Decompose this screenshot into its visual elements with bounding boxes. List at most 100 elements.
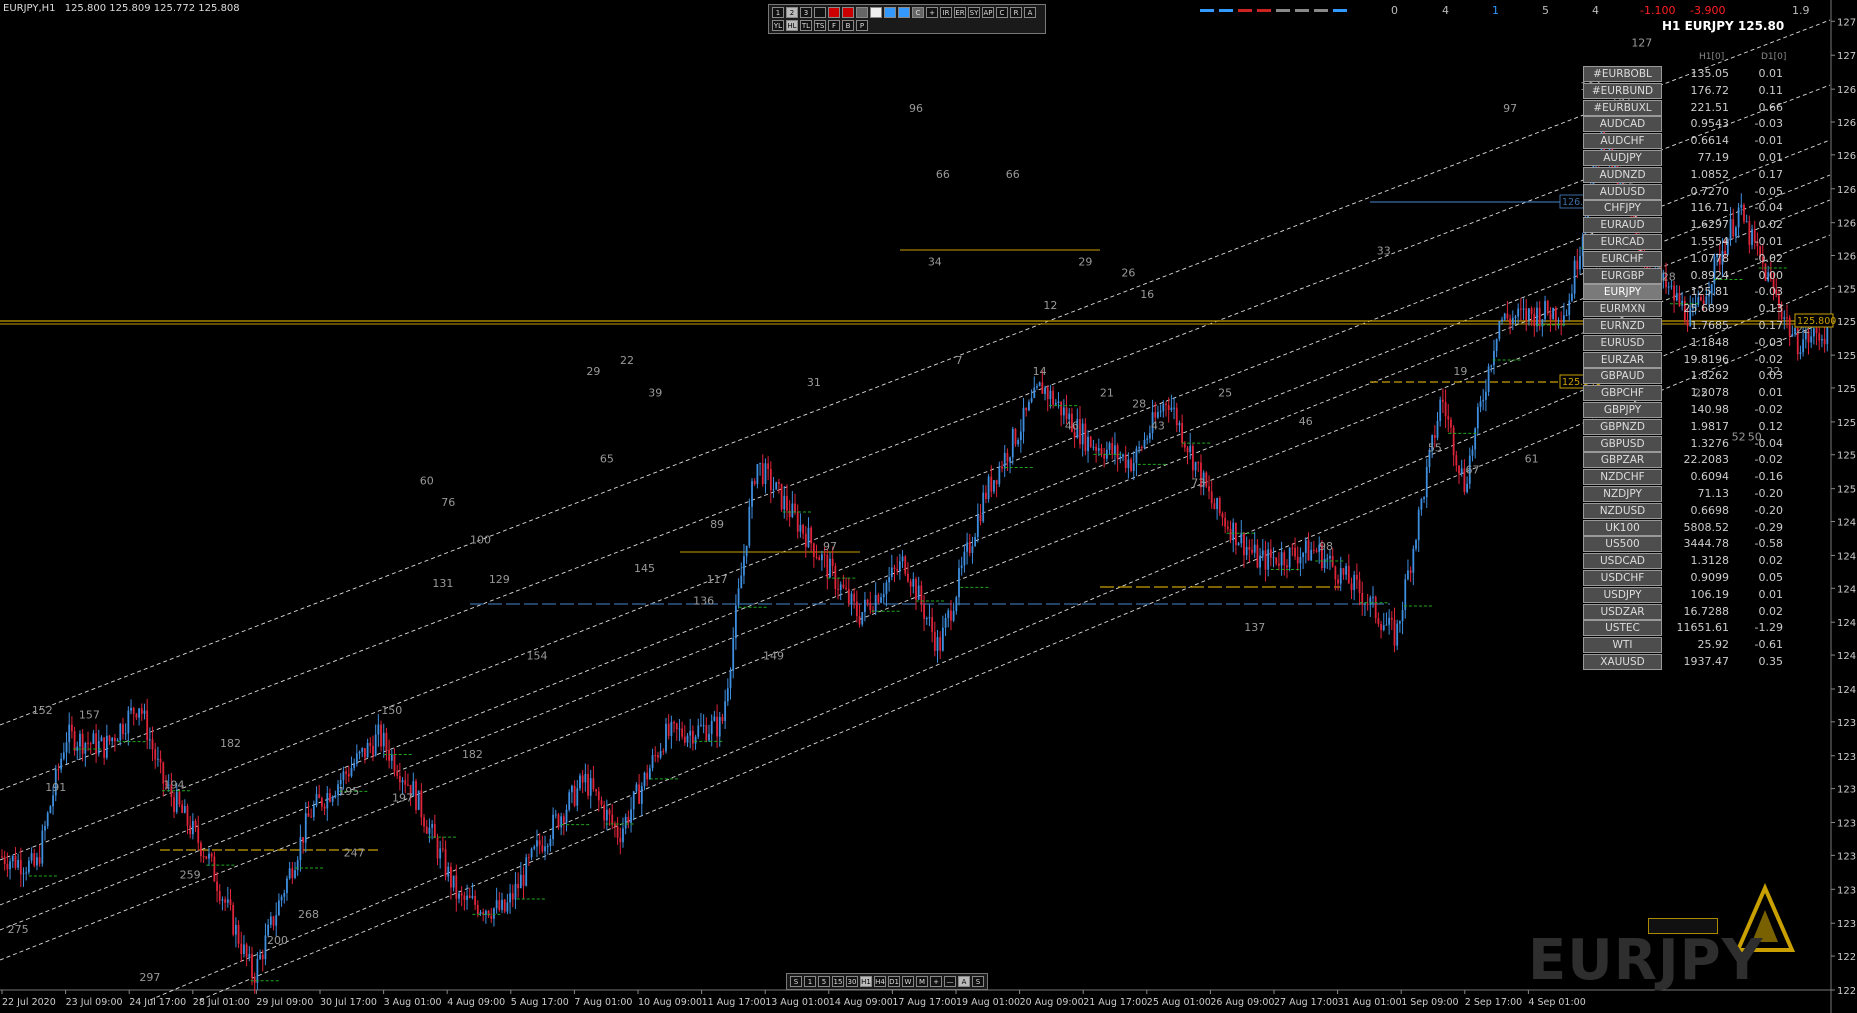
symbol-button-us500[interactable]: US500 — [1583, 536, 1662, 553]
toolbar-button[interactable] — [842, 7, 854, 18]
candle-body — [269, 916, 272, 925]
toolbar-button[interactable]: SY — [968, 7, 980, 18]
timeframe-button[interactable]: H4 — [874, 976, 886, 987]
toolbar-button[interactable]: R — [1010, 7, 1022, 18]
toolbar-button[interactable]: 2 — [786, 7, 798, 18]
toolbar-button[interactable]: P — [856, 20, 868, 31]
symbol-button-audchf[interactable]: AUDCHF — [1583, 133, 1662, 150]
candle-body — [775, 482, 778, 490]
symbol-button-eurmxn[interactable]: EURMXN — [1583, 301, 1662, 318]
candle-body — [407, 784, 409, 786]
toolbar-button[interactable]: C — [912, 7, 924, 18]
candle-body — [958, 568, 960, 598]
symbol-button-audjpy[interactable]: AUDJPY — [1583, 150, 1662, 166]
swing-count-label: 46 — [1065, 420, 1079, 433]
toolbar-button[interactable]: IR — [940, 7, 952, 18]
timeframe-button[interactable]: S — [972, 976, 984, 987]
symbol-button-nzdjpy[interactable]: NZDJPY — [1583, 486, 1662, 502]
symbol-button-usdcad[interactable]: USDCAD — [1583, 553, 1662, 570]
symbol-button-eurbund[interactable]: #EURBUND — [1583, 82, 1662, 99]
toolbar-button[interactable]: B — [842, 20, 854, 31]
timeframe-button[interactable]: 1 — [804, 976, 816, 987]
symbol-button-usdzar[interactable]: USDZAR — [1583, 603, 1662, 620]
toolbar-button[interactable]: YL — [772, 20, 784, 31]
timeframe-button[interactable]: 5 — [818, 976, 830, 987]
toolbar-button[interactable]: F — [828, 20, 840, 31]
toolbar-button[interactable]: TL — [800, 20, 812, 31]
timeframe-button[interactable]: W — [902, 976, 914, 987]
candle-body — [968, 542, 971, 553]
symbol-button-eurbuxl[interactable]: #EURBUXL — [1583, 99, 1662, 116]
toolbar-button[interactable] — [898, 7, 910, 18]
symbol-button-usdjpy[interactable]: USDJPY — [1583, 586, 1662, 603]
symbol-button-gbpusd[interactable]: GBPUSD — [1583, 435, 1662, 452]
symbol-button-gbpaud[interactable]: GBPAUD — [1583, 368, 1662, 385]
symbol-button-eurusd[interactable]: EURUSD — [1583, 334, 1662, 351]
symbol-button-gbpjpy[interactable]: GBPJPY — [1583, 402, 1662, 418]
toolbar-button[interactable]: ER — [954, 7, 966, 18]
timeframe-button[interactable]: 15 — [832, 976, 844, 987]
symbol-button-eurcad[interactable]: EURCAD — [1583, 234, 1662, 250]
symbol-button-audcad[interactable]: AUDCAD — [1583, 116, 1662, 133]
candle-body — [1001, 466, 1003, 469]
candle-body — [855, 601, 858, 617]
candle-body — [850, 593, 853, 604]
timeframe-button[interactable]: 30 — [846, 976, 858, 987]
signal-dash — [1238, 9, 1252, 12]
toolbar-button[interactable]: C — [996, 7, 1008, 18]
price-chart[interactable]: 127.165 127.010 126.855 126.705 126.555 126.4… — [0, 0, 1857, 1013]
symbol-button-eurjpy[interactable]: EURJPY — [1583, 284, 1662, 301]
toolbar-button[interactable] — [828, 7, 840, 18]
symbol-button-nzdchf[interactable]: NZDCHF — [1583, 469, 1662, 486]
timeframe-button[interactable]: — — [944, 976, 956, 987]
toolbar-button[interactable] — [884, 7, 896, 18]
toolbar-button[interactable]: 3 — [800, 7, 812, 18]
symbol-price: 11651.61 — [1676, 621, 1730, 635]
symbol-price: 5808.52 — [1683, 520, 1730, 534]
symbol-button-nzdusd[interactable]: NZDUSD — [1583, 502, 1662, 519]
trend-channel-line — [0, 19, 1831, 726]
candle-body — [1366, 603, 1369, 605]
toolbar-button[interactable] — [870, 7, 882, 18]
symbol-button-eurzar[interactable]: EURZAR — [1583, 351, 1662, 368]
symbol-button-xauusd[interactable]: XAUUSD — [1583, 654, 1662, 670]
toolbar-button[interactable]: + — [926, 7, 938, 18]
timeframe-button[interactable]: D1 — [888, 976, 900, 987]
symbol-button-gbpnzd[interactable]: GBPNZD — [1583, 418, 1662, 435]
symbol-button-euraud[interactable]: EURAUD — [1583, 217, 1662, 234]
logo-button[interactable] — [1648, 918, 1718, 934]
symbol-change: 0.03 — [1758, 369, 1784, 383]
toolbar-button[interactable]: TS — [814, 20, 826, 31]
symbol-button-gbpzar[interactable]: GBPZAR — [1583, 452, 1662, 469]
candle-body — [1216, 498, 1218, 510]
toolbar-button[interactable]: A — [1024, 7, 1036, 18]
symbol-button-gbpchf[interactable]: GBPCHF — [1583, 385, 1662, 402]
timeframe-button[interactable]: A — [958, 976, 970, 987]
symbol-button-wti[interactable]: WTI — [1583, 637, 1662, 654]
toolbar-button[interactable]: 1 — [772, 7, 784, 18]
timeframe-button[interactable]: M — [916, 976, 928, 987]
symbol-button-audnzd[interactable]: AUDNZD — [1583, 166, 1662, 183]
timeframe-button[interactable]: + — [930, 976, 942, 987]
symbol-button-eurchf[interactable]: EURCHF — [1583, 250, 1662, 267]
toolbar-button[interactable] — [814, 7, 826, 18]
symbol-button-ustec[interactable]: USTEC — [1583, 620, 1662, 637]
candle-body — [624, 816, 627, 829]
symbol-button-chfjpy[interactable]: CHFJPY — [1583, 200, 1662, 217]
symbol-button-eurgbp[interactable]: EURGBP — [1583, 267, 1662, 284]
candle-body — [1130, 459, 1132, 471]
symbol-button-audusd[interactable]: AUDUSD — [1583, 183, 1662, 200]
candle-body — [1823, 338, 1826, 345]
timeframe-button[interactable]: S — [790, 976, 802, 987]
symbol-button-uk100[interactable]: UK100 — [1583, 519, 1662, 536]
price-tick-label: 124.880 — [1837, 518, 1857, 529]
toolbar-button[interactable]: AP — [982, 7, 994, 18]
toolbar-button[interactable] — [856, 7, 868, 18]
symbol-button-usdchf[interactable]: USDCHF — [1583, 570, 1662, 586]
candle-body — [1350, 583, 1353, 591]
symbol-button-eurnzd[interactable]: EURNZD — [1583, 318, 1662, 334]
toolbar-button[interactable]: HL — [786, 20, 798, 31]
timeframe-button[interactable]: H1 — [860, 976, 872, 987]
symbol-row: WTI 25.92 -0.61 — [1583, 637, 1783, 654]
symbol-button-eurbobl[interactable]: #EURBOBL — [1583, 66, 1662, 82]
